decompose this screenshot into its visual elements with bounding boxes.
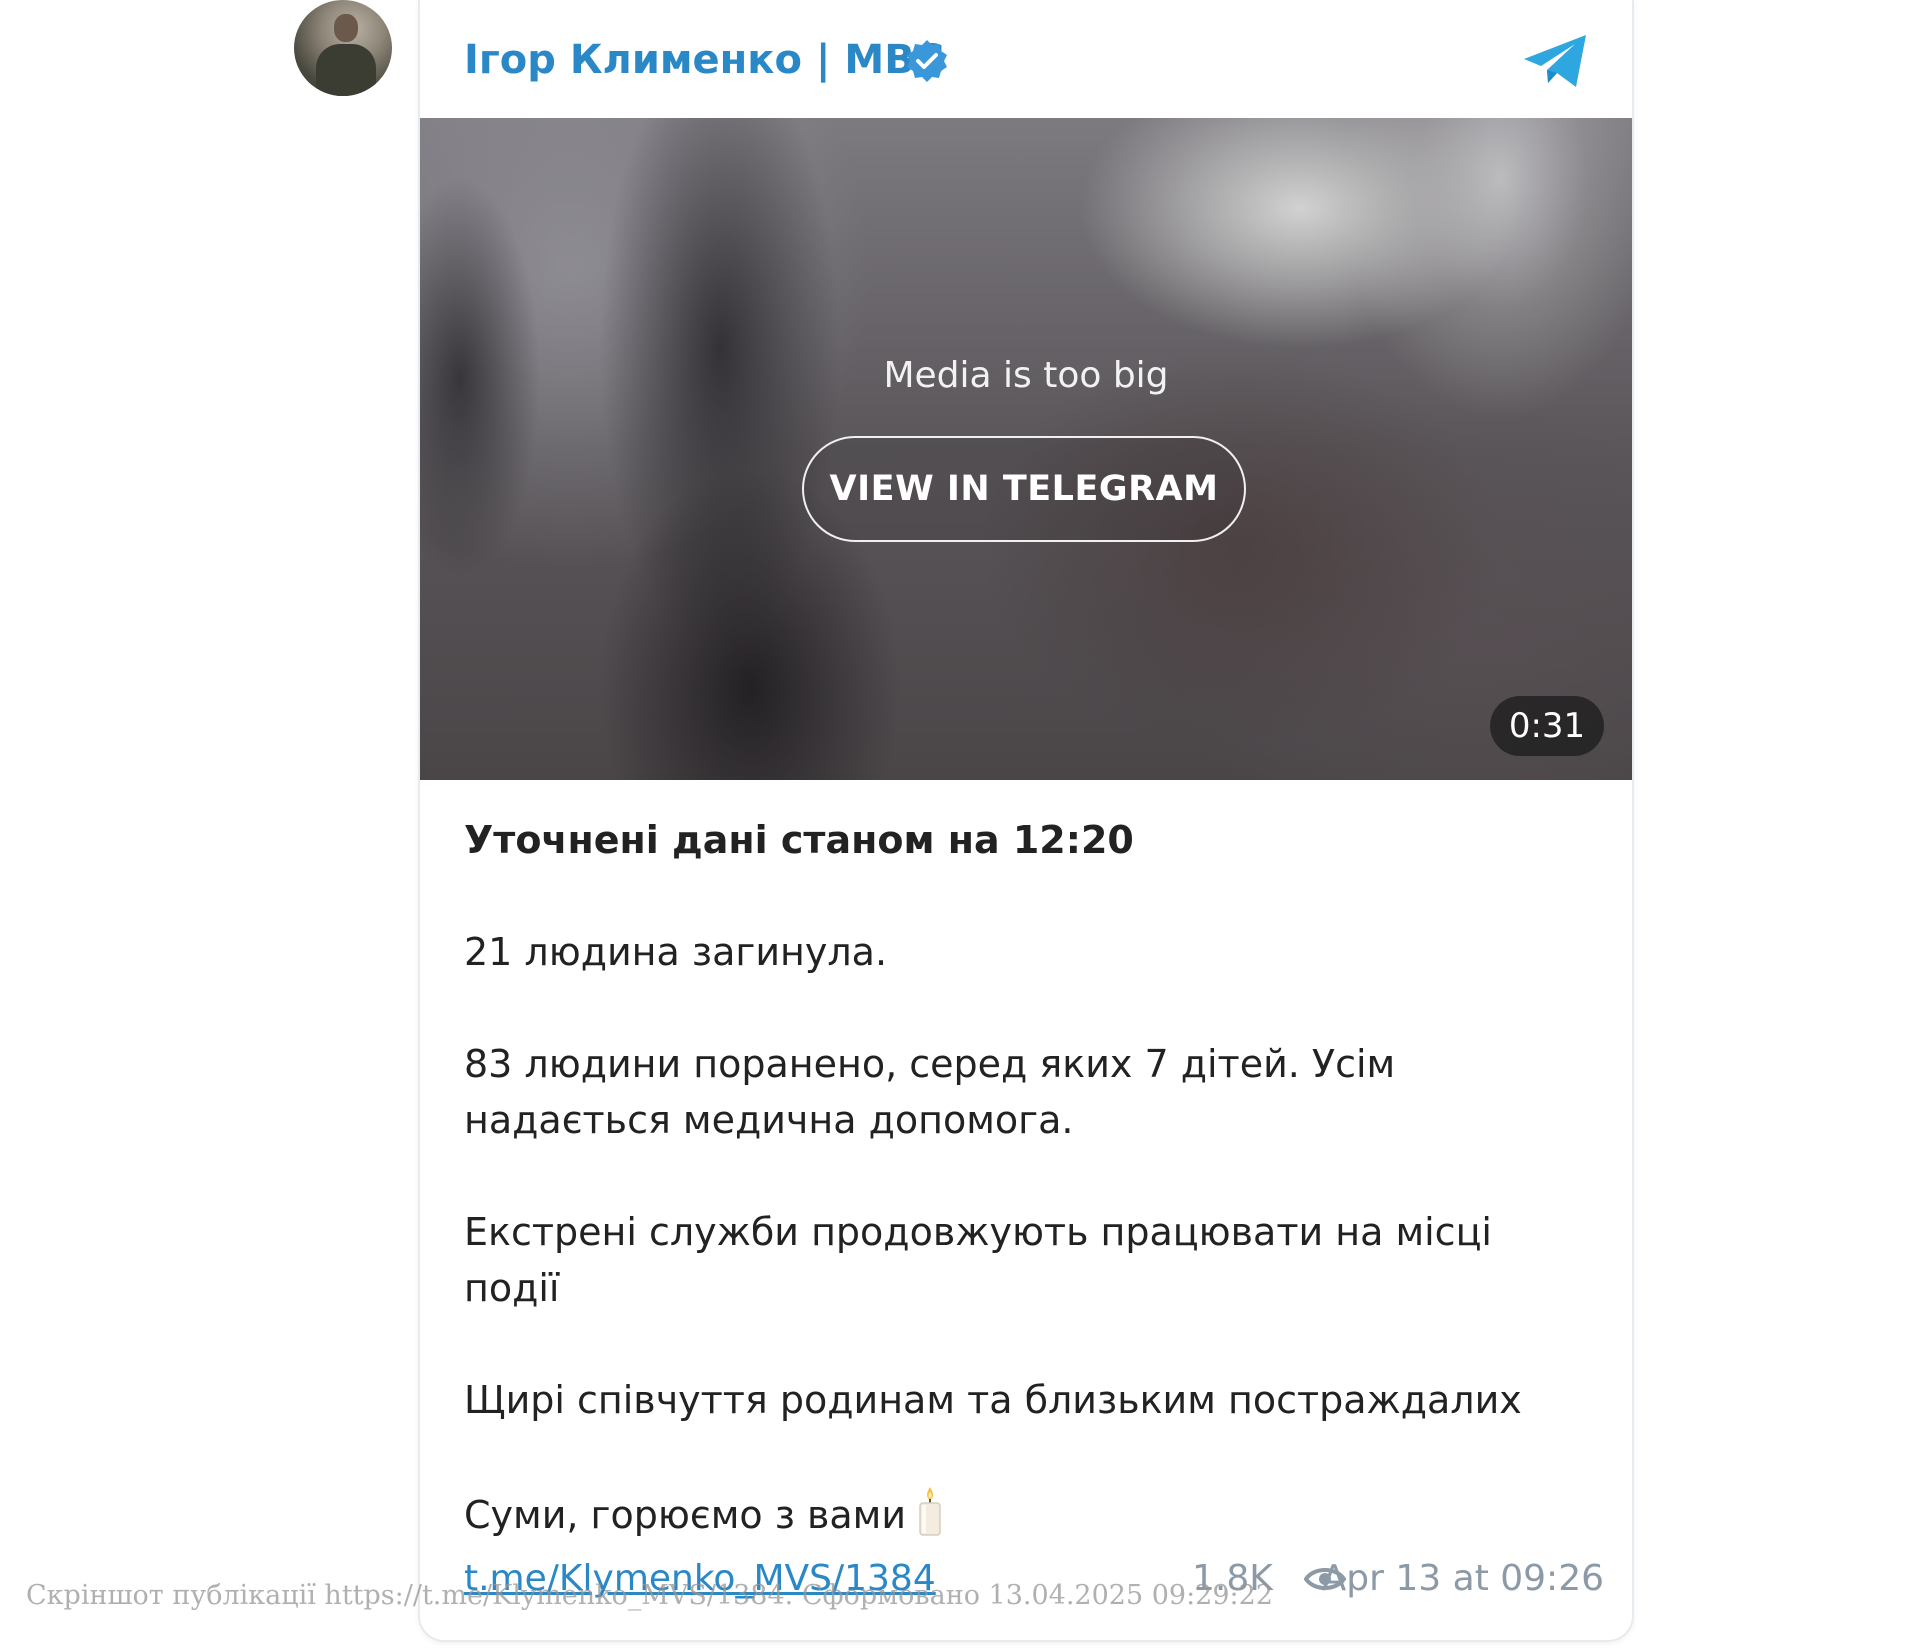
- avatar-body-shape: [316, 44, 376, 96]
- avatar-head-shape: [334, 14, 358, 42]
- telegram-post-card: Ігор Клименко | МВС Media is too big VIE…: [418, 0, 1634, 1642]
- media-too-big-notice: Media is too big: [883, 355, 1169, 396]
- post-paragraph: 83 людини поранено, серед яких 7 дітей. …: [464, 1042, 1396, 1142]
- post-paragraph: 21 людина загинула.: [464, 930, 888, 974]
- post-text: Уточнені дані станом на 12:20 21 людина …: [464, 812, 1594, 1543]
- channel-avatar[interactable]: [294, 0, 392, 96]
- post-paragraph: Екстрені служби продовжують працювати на…: [464, 1210, 1492, 1310]
- post-paragraph: Щирі співчуття родинам та близьким постр…: [464, 1378, 1522, 1422]
- candle-icon: [919, 1487, 941, 1536]
- post-title: Уточнені дані станом на 12:20: [464, 818, 1134, 862]
- post-paragraph: Суми, горюємо з вами: [464, 1493, 907, 1537]
- view-in-telegram-button[interactable]: VIEW IN TELEGRAM: [802, 436, 1246, 542]
- screenshot-stage: Ігор Клименко | МВС Media is too big VIE…: [0, 0, 1920, 1648]
- post-header: Ігор Клименко | МВС: [420, 0, 1632, 118]
- telegram-logo-icon[interactable]: [1520, 32, 1590, 90]
- post-last-line: Суми, горюємо з вами: [464, 1484, 1594, 1543]
- screenshot-watermark: Скріншот публікації https://t.me/Klymenk…: [26, 1580, 1273, 1611]
- video-preview[interactable]: Media is too big VIEW IN TELEGRAM 0:31: [420, 118, 1632, 780]
- verified-badge-icon: [907, 40, 947, 82]
- post-date[interactable]: Apr 13 at 09:26: [1322, 1554, 1604, 1604]
- channel-name-link[interactable]: Ігор Клименко | МВС: [464, 36, 944, 84]
- video-duration-badge: 0:31: [1490, 696, 1604, 756]
